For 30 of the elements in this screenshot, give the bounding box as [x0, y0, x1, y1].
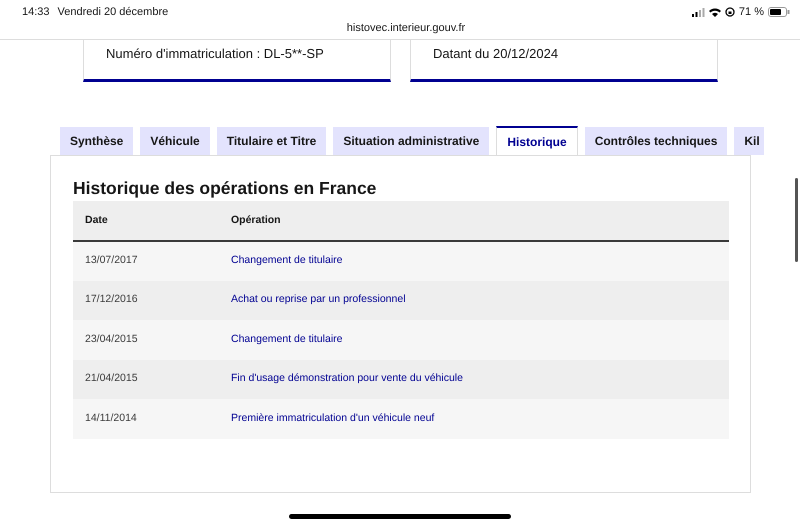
status-time: 14:33: [22, 5, 50, 20]
table-cell: 21/04/2015: [73, 360, 219, 399]
card-text: Datant du 20/12/2024: [433, 45, 560, 63]
tab[interactable]: Situation administrative: [333, 127, 490, 155]
tab[interactable]: Synthèse: [60, 127, 134, 155]
signal-icon: [692, 8, 705, 17]
operation-link[interactable]: Première immatriculation d'un véhicule neuf: [231, 412, 434, 424]
column-header: Date: [73, 201, 219, 241]
url-text[interactable]: histovec.interieur.gouv.fr: [346, 22, 466, 34]
tab[interactable]: Kil: [734, 127, 764, 155]
table-cell: 23/04/2015: [73, 320, 219, 360]
operation-link[interactable]: Achat ou reprise par un professionnel: [231, 293, 406, 306]
operation-link[interactable]: Changement de titulaire: [231, 254, 342, 266]
section-title: Historique des opérations en France: [73, 178, 378, 199]
table-cell: 14/11/2014: [73, 399, 219, 438]
tab[interactable]: Contrôles techniques: [584, 127, 728, 155]
operation-link[interactable]: Fin d'usage démonstration pour vente du véhicule: [231, 372, 463, 384]
tab[interactable]: Titulaire et Titre: [216, 127, 326, 155]
column-header: Opération: [219, 201, 729, 241]
operation-link[interactable]: Changement de titulaire: [231, 332, 342, 345]
rotation-lock-icon: [724, 7, 735, 18]
card-text: Numéro d'immatriculation : DL-5**-SP: [106, 45, 325, 63]
table-cell: 17/12/2016: [73, 280, 219, 320]
tab[interactable]: Véhicule: [140, 127, 210, 155]
battery-icon: [768, 7, 790, 18]
table-cell: 13/07/2017: [73, 241, 219, 280]
wifi-icon: [708, 8, 721, 17]
battery-percent: 71 %: [738, 5, 764, 20]
tab[interactable]: Historique: [496, 126, 578, 155]
status-date: Vendredi 20 décembre: [58, 5, 168, 20]
